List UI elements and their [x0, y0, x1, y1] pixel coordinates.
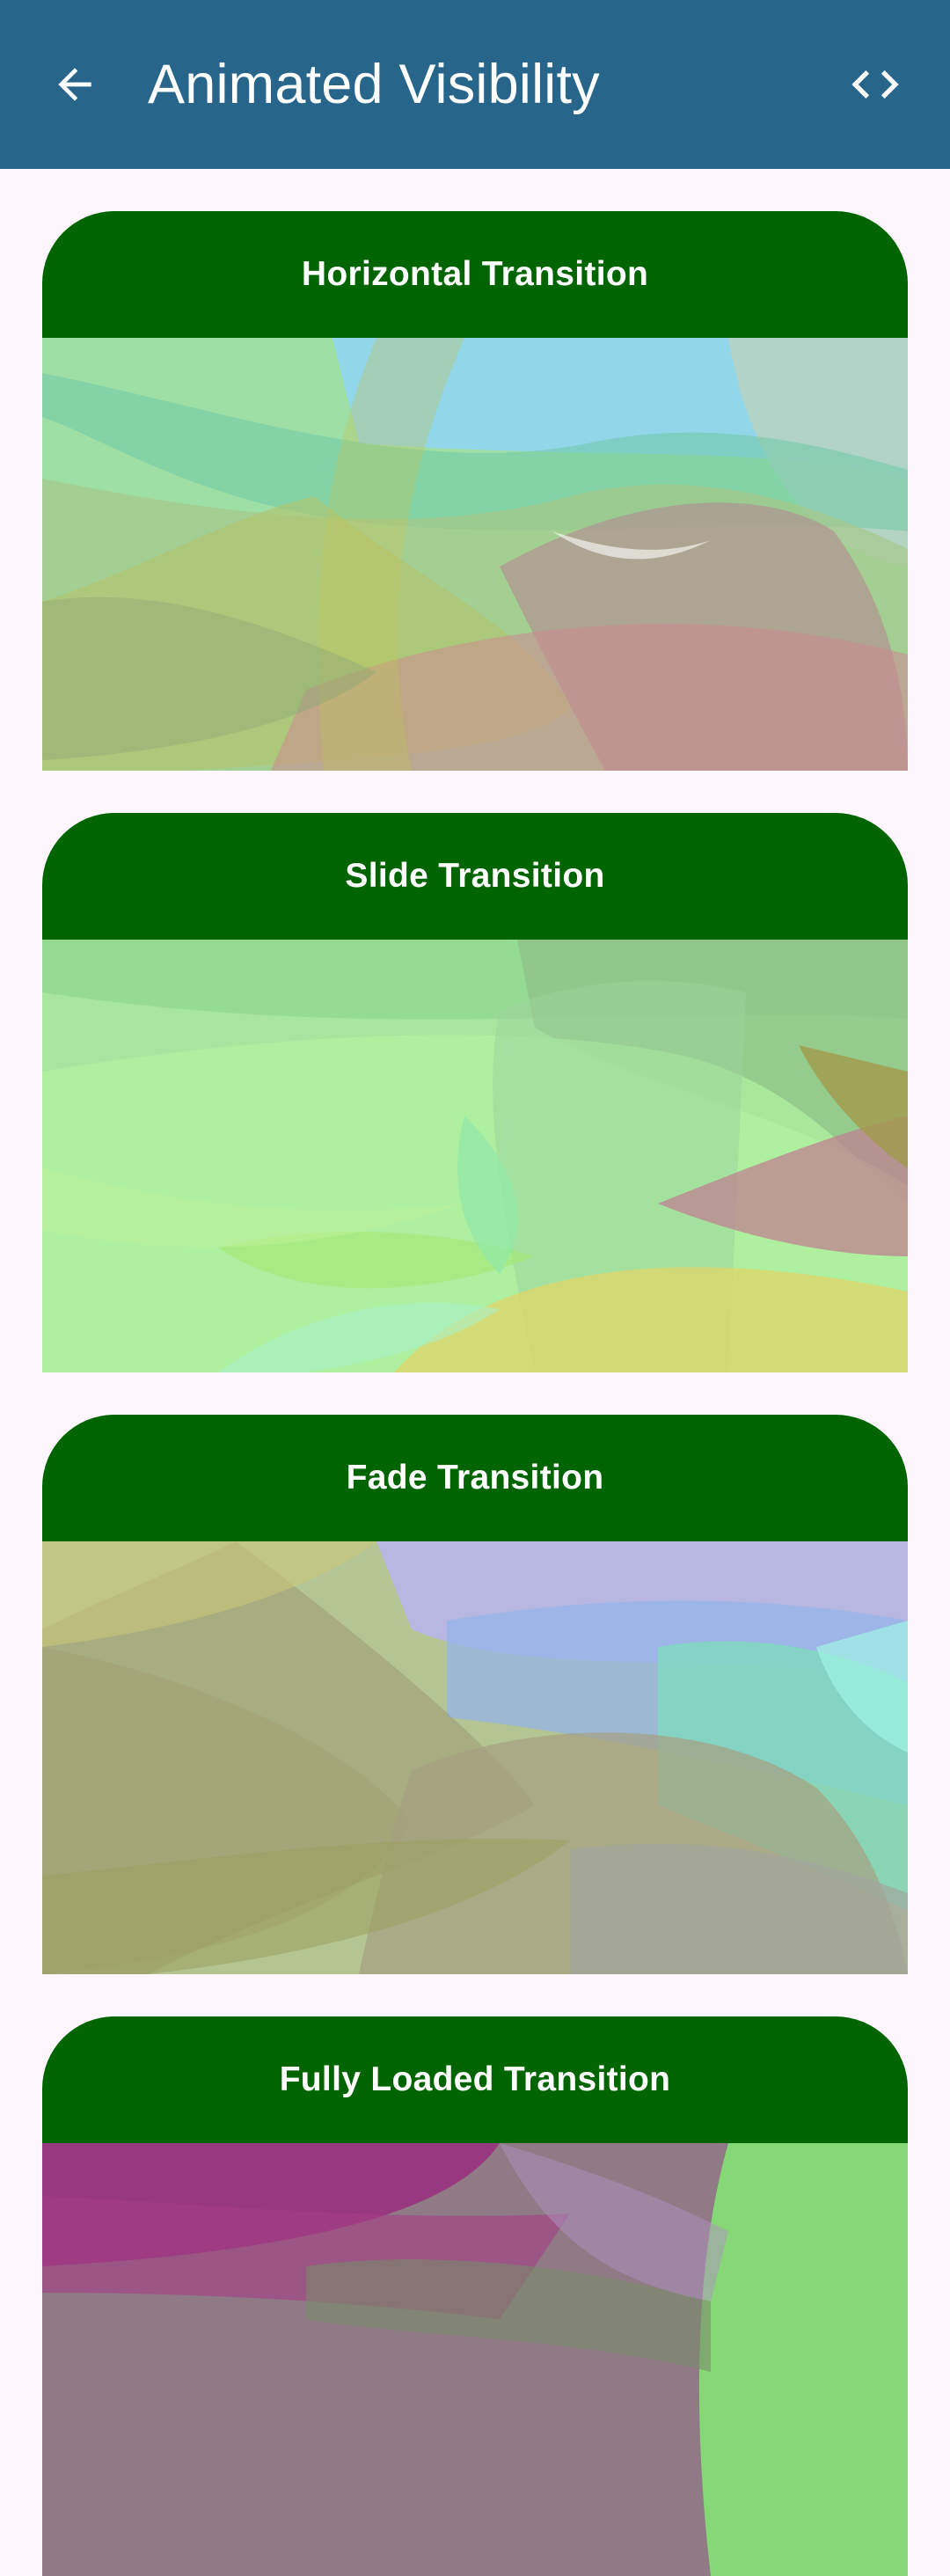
card-fade-transition: Fade Transition [42, 1415, 908, 1974]
back-button[interactable] [44, 51, 106, 118]
card-title: Slide Transition [42, 813, 908, 940]
animated-image [42, 2143, 908, 2576]
top-app-bar: Animated Visibility [0, 0, 950, 169]
card-slide-transition: Slide Transition [42, 813, 908, 1372]
card-title: Horizontal Transition [42, 211, 908, 338]
view-code-button[interactable] [840, 51, 910, 118]
card-title: Fully Loaded Transition [42, 2016, 908, 2143]
page-title: Animated Visibility [148, 54, 600, 115]
animated-image [42, 940, 908, 1372]
animated-image [42, 1541, 908, 1974]
code-brackets-icon [851, 70, 899, 99]
card-title: Fade Transition [42, 1415, 908, 1541]
card-horizontal-transition: Horizontal Transition [42, 211, 908, 771]
animated-image [42, 338, 908, 771]
card-fully-loaded-transition: Fully Loaded Transition [42, 2016, 908, 2576]
arrow-back-icon [58, 68, 91, 101]
